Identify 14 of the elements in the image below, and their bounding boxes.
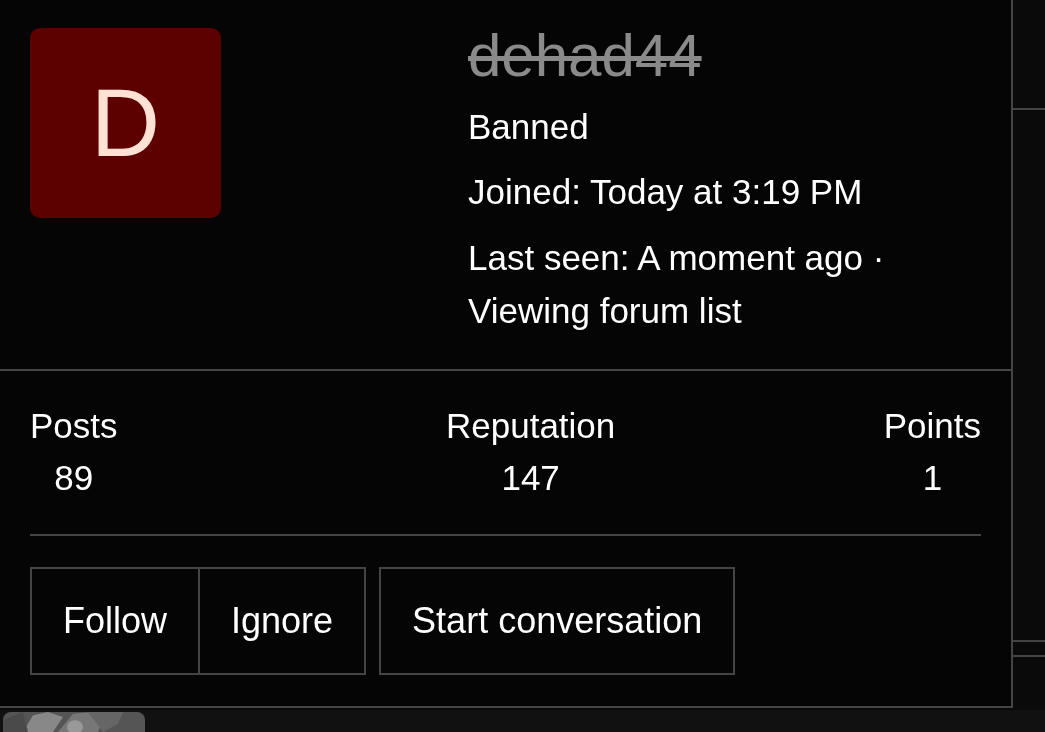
profile-action-button[interactable]: Follow — [30, 567, 201, 675]
user-title: Banned — [468, 106, 590, 148]
stat-label: Points — [883, 405, 981, 447]
username[interactable]: dehad44 — [468, 20, 948, 92]
stat-value: 1 — [922, 457, 943, 499]
stat-value: 89 — [54, 457, 94, 499]
stat-label: Posts — [30, 405, 118, 447]
last-seen: Last seen: A moment ago · Viewing forum list — [468, 237, 886, 332]
stat-value: 147 — [501, 457, 560, 499]
joined-date: Joined: Today at 3:19 PM — [468, 171, 864, 213]
avatar[interactable]: D — [30, 28, 221, 218]
stat-label: Reputation — [446, 405, 616, 447]
profile-action-button[interactable]: Start conversation — [379, 567, 736, 675]
profile-action-button[interactable]: Ignore — [200, 567, 367, 675]
